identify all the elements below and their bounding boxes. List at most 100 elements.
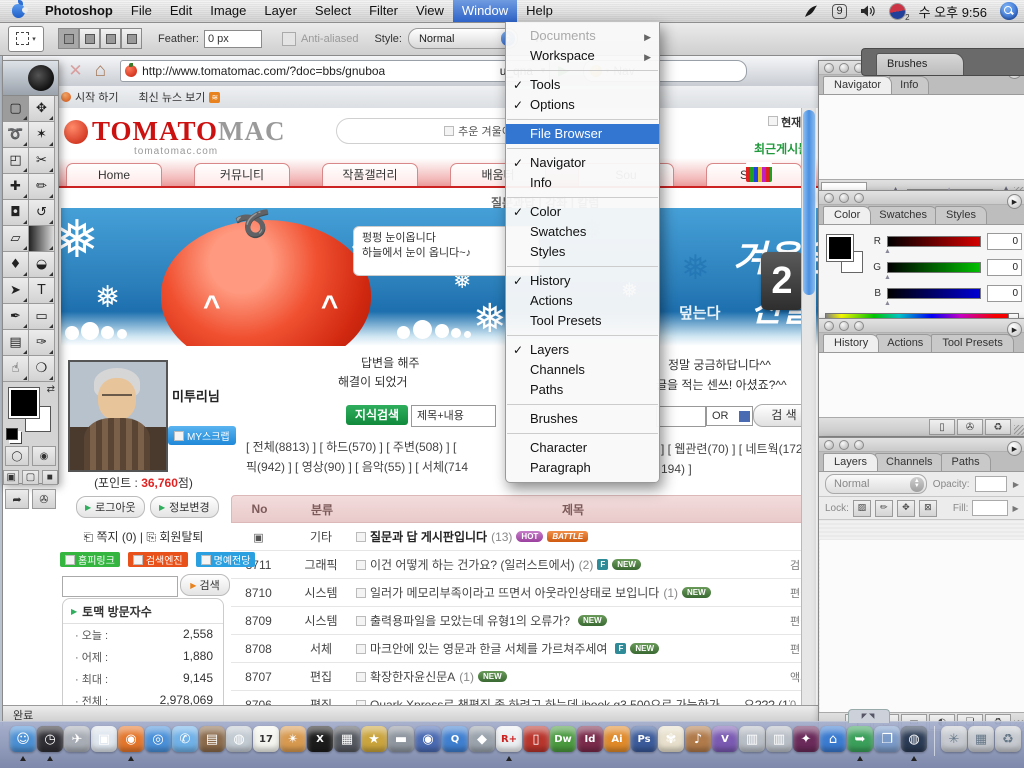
preview-icon[interactable]: ▣ bbox=[91, 726, 117, 752]
brushes-palette-tab[interactable]: Brushes bbox=[876, 53, 964, 75]
eraser-tool[interactable]: ▱ bbox=[3, 226, 29, 252]
quicktime-icon[interactable]: Q bbox=[442, 726, 468, 752]
shape-tool[interactable]: ▭ bbox=[29, 304, 55, 330]
home-app-icon[interactable]: ⌂ bbox=[820, 726, 846, 752]
address-book-icon[interactable]: ▤ bbox=[199, 726, 225, 752]
palette-tab[interactable]: Layers bbox=[823, 453, 878, 471]
palette-tab[interactable]: Color bbox=[823, 206, 871, 224]
palette-menu-icon[interactable]: ▶ bbox=[1007, 194, 1022, 209]
dreamweaver-icon[interactable]: Dw bbox=[550, 726, 576, 752]
fullscreen-button[interactable]: ■ bbox=[42, 470, 58, 485]
dvd-player-icon[interactable]: ◉ bbox=[415, 726, 441, 752]
sidebar-search-input[interactable] bbox=[62, 576, 178, 597]
printer-blue-icon[interactable]: ▥ bbox=[766, 726, 792, 752]
menu-clock[interactable]: 수 오후 9:56 bbox=[919, 2, 987, 21]
style-select[interactable]: Normal ▲▼ bbox=[408, 28, 518, 49]
channel-slider[interactable]: ▲ bbox=[887, 236, 981, 247]
ichat-icon[interactable]: ✆ bbox=[172, 726, 198, 752]
category-links-line1-right[interactable]: ] [ 웹관련(70) ] [ 네트웍(172 bbox=[661, 440, 803, 457]
foreground-color-swatch[interactable] bbox=[9, 388, 39, 418]
hand-tool[interactable]: ☝ bbox=[3, 356, 29, 382]
type-tool[interactable]: T bbox=[29, 278, 55, 304]
gray-app-icon[interactable]: ✈ bbox=[64, 726, 90, 752]
system-app-icon[interactable]: ◆ bbox=[469, 726, 495, 752]
palette-tab[interactable]: Swatches bbox=[868, 206, 938, 224]
table-row[interactable]: ▣8709 시스템 출력용파일을 모았는데 유형1의 오류가? F HOT bbox=[231, 607, 816, 635]
dark-browser-icon[interactable]: ◍ bbox=[901, 726, 927, 752]
slider-thumb[interactable]: ▲ bbox=[884, 274, 891, 281]
or-select[interactable]: OR bbox=[706, 406, 753, 426]
edit-info-button[interactable]: ▶ 정보변경 bbox=[150, 496, 219, 518]
category-links-line1[interactable]: [ 전체(8813) ] [ 하드(570) ] [ 주변(508) ] [ bbox=[246, 438, 456, 455]
minimize-icon[interactable] bbox=[839, 193, 849, 203]
menu-item[interactable]: ✓ History ▶ bbox=[506, 271, 659, 291]
clock-icon[interactable]: ◷ bbox=[37, 726, 63, 752]
brush-tool[interactable]: ✏ bbox=[29, 174, 55, 200]
zoom-window-icon[interactable] bbox=[854, 193, 864, 203]
slider-thumb[interactable]: ▲ bbox=[884, 300, 891, 307]
blur-tool[interactable]: ♦ bbox=[3, 252, 29, 278]
url-input[interactable]: http://www.tomatomac.com/?doc=bbs/gnuboa… bbox=[120, 60, 550, 82]
table-row[interactable]: ▣8711 그래픽 이건 어떻게 하는 건가요? (일러스트에서) (2) F … bbox=[231, 551, 816, 579]
minimize-icon[interactable] bbox=[839, 63, 849, 73]
palette-tab[interactable]: History bbox=[823, 334, 879, 352]
palette-tab[interactable]: Channels bbox=[875, 453, 943, 471]
page-scrollbar[interactable] bbox=[801, 108, 816, 706]
menu-item[interactable]: ✓ Color ▶ bbox=[506, 202, 659, 222]
menubar-item[interactable]: File bbox=[122, 0, 161, 22]
menu-item[interactable]: ✓ Swatches ▶ bbox=[506, 222, 659, 242]
history-brush-tool[interactable]: ↺ bbox=[29, 200, 55, 226]
slice-tool[interactable]: ✂ bbox=[29, 148, 55, 174]
table-row[interactable]: ▣8707 편집 확장한자윤신문A (1) F HOT bbox=[231, 663, 816, 691]
menu-item[interactable]: ✓ Channels ▶ bbox=[506, 360, 659, 380]
post-title-link[interactable]: 일러가 메모리부족이라고 뜨면서 아웃라인상태로 보입니다 bbox=[370, 584, 659, 601]
vise-icon[interactable]: V bbox=[712, 726, 738, 752]
fullscreen-menubar-button[interactable]: ▢ bbox=[22, 470, 38, 485]
home-button-icon[interactable]: ⌂ bbox=[95, 60, 106, 82]
post-title-link[interactable]: 마크안에 있는 영문과 한글 서체를 가르쳐주세여 bbox=[370, 640, 607, 657]
palette-tab[interactable]: Tool Presets bbox=[931, 334, 1014, 352]
stop-button-icon[interactable]: ✕ bbox=[68, 61, 82, 81]
menu-item[interactable]: ✓ Character ▶ bbox=[506, 438, 659, 458]
withdraw-link[interactable]: 회원탈퇴 bbox=[159, 530, 203, 544]
palette-tab[interactable]: Styles bbox=[935, 206, 987, 224]
menu-item[interactable]: ✓ Workspace ▶ bbox=[506, 46, 659, 66]
lock-transparency-icon[interactable]: ▨ bbox=[853, 500, 871, 517]
itunes-icon[interactable]: ◍ bbox=[226, 726, 252, 752]
zoom-window-icon[interactable] bbox=[854, 440, 864, 450]
standard-screen-button[interactable]: ▣ bbox=[3, 470, 19, 485]
tray-grid-icon[interactable]: ▦ bbox=[968, 726, 994, 752]
menubar-item[interactable]: Filter bbox=[360, 0, 407, 22]
jump-to-imageready-button[interactable]: ➦ bbox=[5, 489, 29, 509]
move-tool[interactable]: ✥ bbox=[29, 96, 55, 122]
default-colors-icon[interactable] bbox=[6, 428, 18, 440]
guitar-app-icon[interactable]: ♪ bbox=[685, 726, 711, 752]
palette-tab[interactable]: Paths bbox=[941, 453, 991, 471]
knowledge-search-button[interactable]: 지식검색 bbox=[346, 405, 408, 425]
channel-value-field[interactable]: 0 bbox=[987, 285, 1022, 302]
opacity-slider-icon[interactable]: ▶ bbox=[1013, 480, 1019, 489]
healing-brush-tool[interactable]: ✚ bbox=[3, 174, 29, 200]
menubar-item[interactable]: Select bbox=[306, 0, 360, 22]
homepage-link-badge[interactable]: 홈피링크 bbox=[60, 552, 120, 567]
palette-tab[interactable]: Navigator bbox=[823, 76, 892, 94]
notes-tool[interactable]: ▤ bbox=[3, 330, 29, 356]
path-selection-tool[interactable]: ➤ bbox=[3, 278, 29, 304]
palette-tab[interactable]: Actions bbox=[876, 334, 934, 352]
foreground-color-swatch[interactable] bbox=[827, 235, 853, 261]
menu-item[interactable]: ✓ Tool Presets ▶ bbox=[506, 311, 659, 331]
imovie-icon[interactable]: ★ bbox=[361, 726, 387, 752]
apple-menu[interactable] bbox=[0, 4, 36, 18]
quick-mask-mode-button[interactable]: ◉ bbox=[32, 446, 56, 466]
menu-item[interactable]: ✓ Info ▶ bbox=[506, 173, 659, 193]
menu-item[interactable]: ✓ Options ▶ bbox=[506, 95, 659, 115]
menu-item[interactable]: ✓ Layers ▶ bbox=[506, 340, 659, 360]
menu-item[interactable]: ✓ ▶ bbox=[506, 66, 659, 75]
lock-paint-icon[interactable]: ✏ bbox=[875, 500, 893, 517]
close-icon[interactable] bbox=[824, 321, 834, 331]
nav-tab[interactable]: 작품갤러리 bbox=[322, 163, 418, 186]
dodge-tool[interactable]: ◒ bbox=[29, 252, 55, 278]
red-doc-icon[interactable]: ▯ bbox=[523, 726, 549, 752]
menu-item[interactable]: ✓ Brushes ▶ bbox=[506, 409, 659, 429]
mac-box-icon[interactable]: ❐ bbox=[874, 726, 900, 752]
